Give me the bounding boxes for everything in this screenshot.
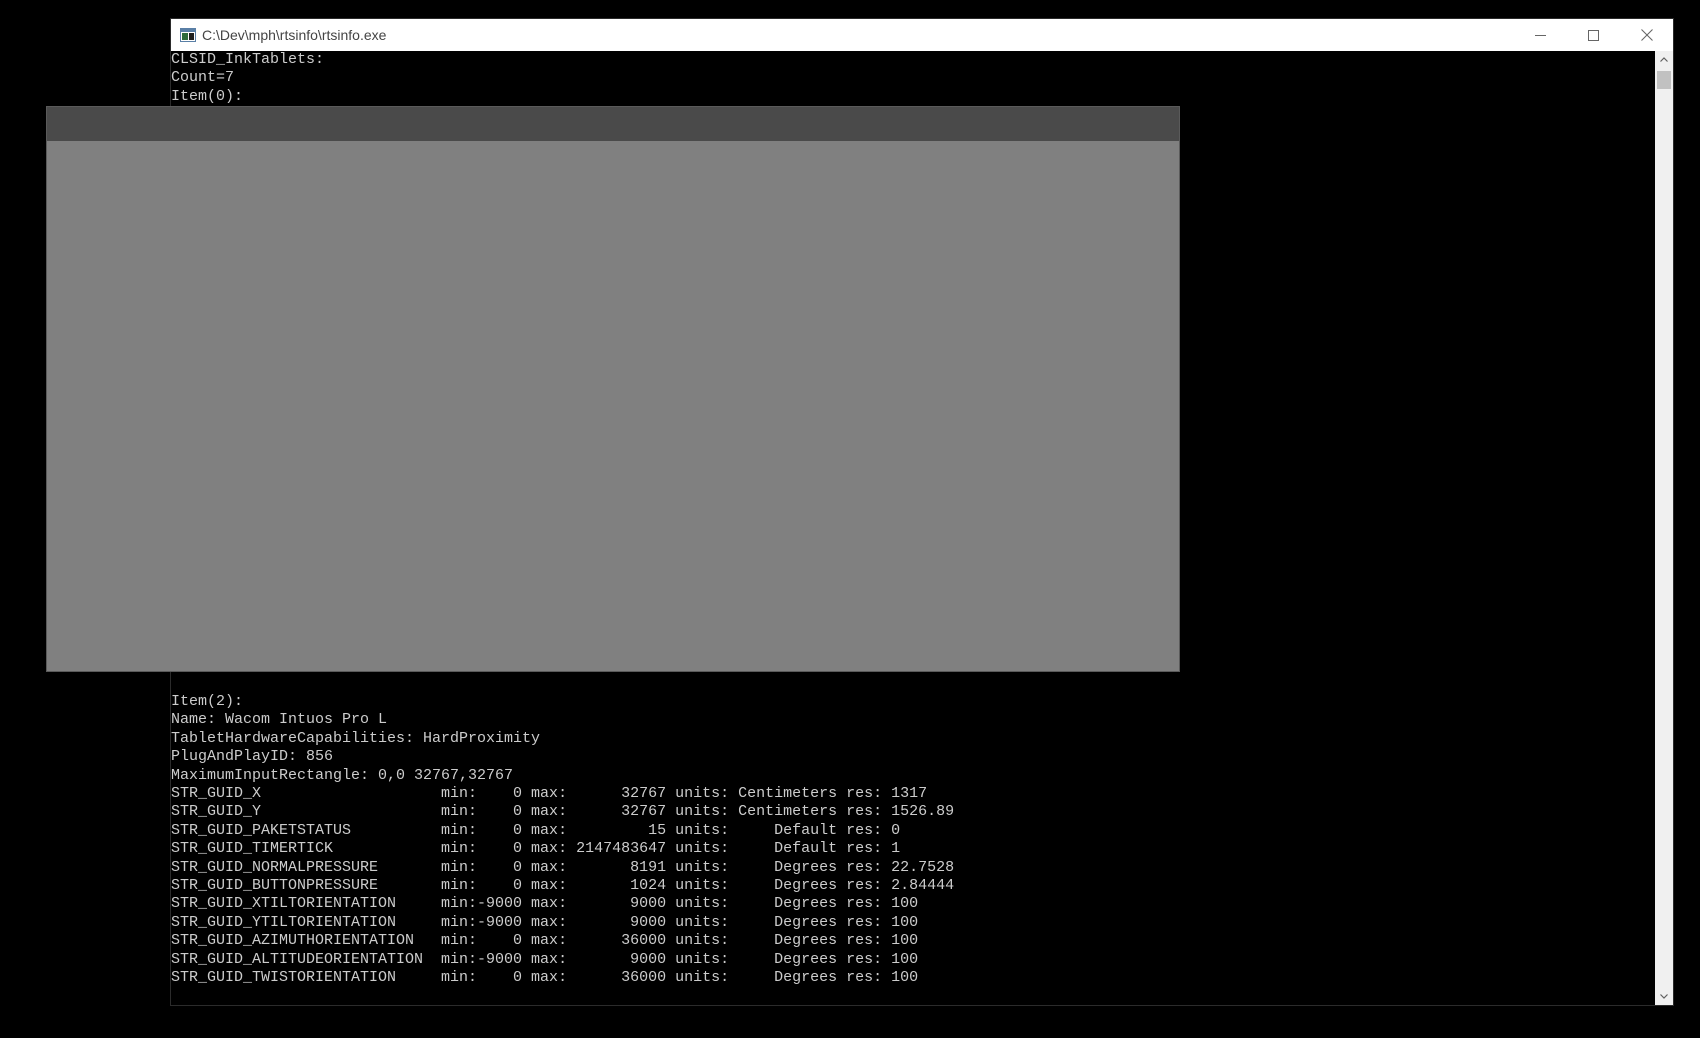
console-line: STR_GUID_NORMALPRESSURE min: 0 max: 8191… <box>171 858 955 876</box>
scrollbar-thumb[interactable] <box>1657 71 1671 89</box>
redaction-overlay-header <box>47 107 1179 141</box>
console-line: STR_GUID_YTILTORIENTATION min:-9000 max:… <box>171 913 919 931</box>
scroll-down-arrow-icon <box>1660 994 1668 999</box>
console-line: CLSID_InkTablets: <box>171 51 325 68</box>
vertical-scrollbar[interactable] <box>1655 51 1673 1005</box>
console-line: PlugAndPlayID: 856 <box>171 748 334 766</box>
console-line: MaximumInputRectangle: 0,0 32767,32767 <box>171 766 514 784</box>
scroll-up-arrow-icon <box>1660 57 1668 62</box>
title-bar[interactable]: C:\Dev\mph\rtsinfo\rtsinfo.exe <box>171 19 1673 51</box>
console-line: Item(2): <box>171 693 244 710</box>
console-line: STR_GUID_PAKETSTATUS min: 0 max: 15 unit… <box>171 821 901 839</box>
maximize-button[interactable] <box>1567 19 1620 51</box>
scroll-down-button[interactable] <box>1655 988 1673 1005</box>
console-line: Name: Wacom Intuos Pro L <box>171 711 388 729</box>
console-line: STR_GUID_XTILTORIENTATION min:-9000 max:… <box>171 895 919 913</box>
minimize-button[interactable] <box>1514 19 1567 51</box>
console-line: STR_GUID_AZIMUTHORIENTATION min: 0 max: … <box>171 932 919 950</box>
close-icon <box>1640 29 1653 41</box>
console-line: STR_GUID_X min: 0 max: 32767 units: Cent… <box>171 785 928 802</box>
console-line: STR_GUID_TIMERTICK min: 0 max: 214748364… <box>171 840 901 858</box>
minimize-icon <box>1535 34 1546 36</box>
maximize-icon <box>1588 29 1599 41</box>
console-line: STR_GUID_BUTTONPRESSURE min: 0 max: 1024… <box>171 877 955 894</box>
console-line: STR_GUID_Y min: 0 max: 32767 units: Cent… <box>171 803 955 821</box>
console-line: STR_GUID_TWISTORIENTATION min: 0 max: 36… <box>171 969 919 986</box>
close-button[interactable] <box>1620 19 1673 51</box>
redaction-overlay <box>46 106 1180 672</box>
window-controls <box>1514 19 1673 51</box>
scroll-up-button[interactable] <box>1655 51 1673 68</box>
console-line: TabletHardwareCapabilities: HardProximit… <box>171 729 541 747</box>
console-line: Item(0): <box>171 87 244 105</box>
console-line: STR_GUID_ALTITUDEORIENTATION min:-9000 m… <box>171 950 919 968</box>
console-app-icon <box>180 28 196 42</box>
window-title: C:\Dev\mph\rtsinfo\rtsinfo.exe <box>202 27 387 43</box>
console-line: Count=7 <box>171 69 235 87</box>
